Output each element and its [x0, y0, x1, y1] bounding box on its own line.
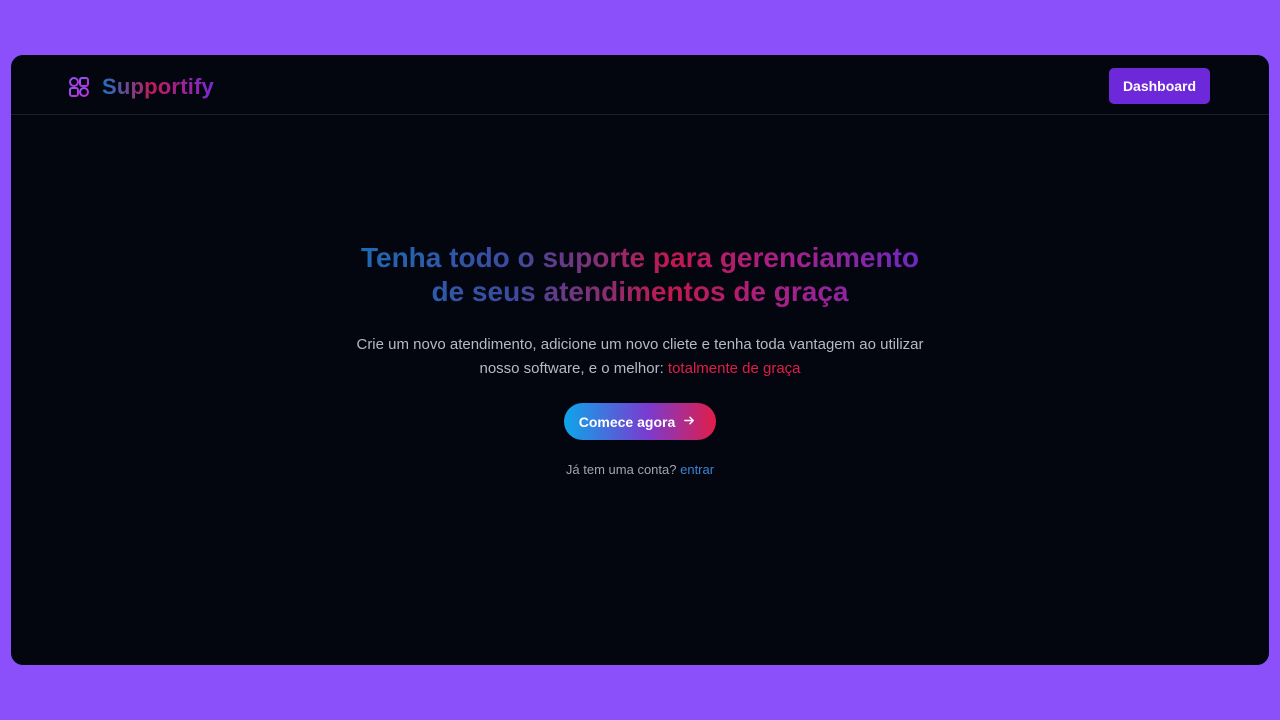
app-window: Supportify Dashboard Tenha todo o suport… [11, 55, 1269, 665]
get-started-label: Comece agora [578, 413, 676, 430]
hero-headline: Tenha todo o suporte para gerenciamento … [320, 241, 960, 309]
subtitle-highlight: totalmente de graça [667, 360, 801, 377]
hero-section: Tenha todo o suporte para gerenciamento … [11, 241, 1269, 477]
navbar: Supportify Dashboard [11, 55, 1269, 115]
brand-logo[interactable]: Supportify [68, 74, 214, 100]
login-prompt: Já tem uma conta? entrar [11, 462, 1269, 477]
login-prompt-text: Já tem uma conta? [565, 462, 677, 477]
arrow-right-icon [683, 414, 696, 430]
subtitle-text: Crie um novo atendimento, adicione um no… [356, 336, 924, 377]
get-started-button[interactable]: Comece agora [563, 403, 717, 440]
grid-shapes-icon [68, 76, 90, 98]
dashboard-button[interactable]: Dashboard [1109, 68, 1210, 104]
hero-subtitle: Crie um novo atendimento, adicione um no… [350, 333, 930, 381]
login-link[interactable]: entrar [680, 462, 714, 477]
headline-line-1: Tenha todo o suporte para gerenciamento [360, 242, 919, 273]
brand-name: Supportify [102, 74, 214, 99]
headline-line-2: de seus atendimentos de graça [431, 276, 849, 307]
